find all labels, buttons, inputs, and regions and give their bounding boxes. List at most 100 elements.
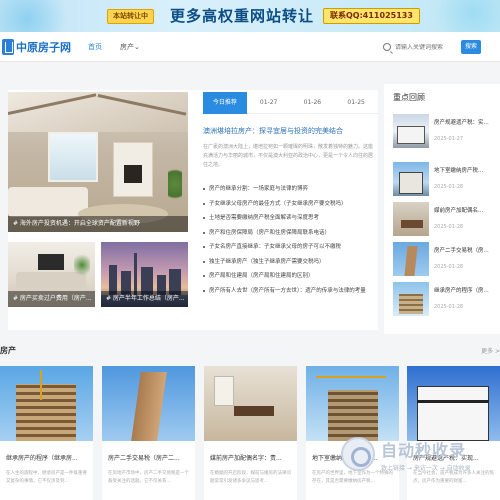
building-graphic — [399, 172, 423, 194]
sidebar-thumb — [393, 202, 429, 236]
card-desc: 在婚姻的开启阶段，媒前与婚房的法律问题常常引发诸多争议与思考... — [210, 471, 291, 484]
thumb-caption: # 房产买卖过户费用（房产... — [8, 291, 95, 307]
construction-graphic — [399, 294, 423, 314]
sidebar-item[interactable]: 房产二手交易税（房... 2025-01-28 — [393, 242, 500, 276]
watermark-subtext: 致上链接 → 来访一次 → 自动收录 — [381, 465, 471, 472]
sidebar-title: 重点回顾 — [393, 93, 425, 102]
card-image — [0, 366, 93, 441]
sidebar-item-date: 2025-01-28 — [434, 264, 464, 270]
article-card[interactable]: 房产规避遗产税：实现... 在当今社会，遗产税成为许多人关注的焦点，房产作为重要… — [407, 366, 500, 500]
sidebar-item-date: 2025-01-28 — [434, 224, 464, 230]
hero-window-graphic — [48, 132, 98, 182]
watermark-logo-icon — [341, 437, 375, 471]
logo-text: 中原房子网 — [16, 41, 71, 54]
sidebar-item-title: 地下室缴纳房产税... — [434, 168, 484, 174]
article-card[interactable]: 地下室缴纳房产税吗？... 在房产的世界里，地下室作为一个特殊的存在，其是否需要… — [306, 366, 399, 500]
table-graphic — [401, 220, 423, 228]
article-card[interactable]: 房产二手交易税（房产二... 在房地产市场中，房产二手交易税是一个备受关注的话题… — [102, 366, 195, 500]
nav-item-property-label: 房产 — [120, 43, 134, 51]
card-desc: 在人生的旅程中，继承房产是一件既重要又复杂的事情。它不仅涉及到... — [6, 471, 87, 484]
list-item[interactable]: 土地是否需要缴纳房产税全面解读与深度思考 — [203, 211, 375, 226]
tab-date[interactable]: 01-25 — [334, 92, 378, 114]
card-title: 媒前房产加配偶名字：责... — [210, 455, 282, 462]
sidebar-item-date: 2025-01-27 — [434, 136, 464, 142]
table-graphic — [234, 406, 274, 416]
lead-article-title[interactable]: 澳洲堪培拉房产：探寻宜居与投资的完美结合 — [203, 126, 375, 136]
featured-panel: # 海外房产投资机遇：开启全球资产配置新视野 # 房产买卖过户费用（房产... … — [8, 90, 378, 330]
banner-decoration-left — [0, 0, 90, 32]
list-item[interactable]: 房产局和住建局（房产局和住建局的区别） — [203, 269, 375, 284]
top-ad-banner[interactable]: 本站转让中 更多高权重网站转让 联系QQ:411025133 — [0, 0, 500, 32]
tower-graphic — [404, 246, 418, 276]
search-box — [383, 39, 459, 55]
banner-headline: 更多高权重网站转让 — [170, 7, 315, 25]
list-item[interactable]: 子女继承父母房产的最佳方式（子女继承房产要交税吗） — [203, 197, 375, 212]
list-item[interactable]: 房产的继承分割：一场家庭与法律的博弈 — [203, 182, 375, 197]
sidebar-item-date: 2025-01-28 — [434, 184, 464, 190]
list-item[interactable]: 子女名房产直接继承：子女继承父母的房子可以不缴税 — [203, 240, 375, 255]
card-image — [306, 366, 399, 441]
thumb-card[interactable]: # 房产买卖过户费用（房产... — [8, 242, 95, 307]
banner-contact: 联系QQ:411025133 — [323, 8, 420, 24]
balcony-graphic — [417, 400, 489, 403]
section-title: 房产 — [0, 346, 16, 355]
site-logo[interactable]: 中原房子网 — [2, 38, 71, 56]
hero-caption: # 海外房产投资机遇：开启全球资产配置新视野 — [8, 216, 188, 232]
tab-today[interactable]: 今日推荐 — [203, 92, 247, 114]
sidebar-item-title: 房产规避遗产税：实... — [434, 120, 489, 126]
article-list: 房产的继承分割：一场家庭与法律的博弈 子女继承父母房产的最佳方式（子女继承房产要… — [203, 182, 375, 298]
list-item[interactable]: 房产和住房保障局（房产和住房保障局联系电话） — [203, 226, 375, 241]
nav-item-home[interactable]: 首页 — [88, 42, 102, 52]
hero-ceiling-graphic — [8, 92, 188, 132]
sidebar-item-title: 继承房产的程序（房... — [434, 288, 489, 294]
thumb-plant-graphic — [74, 252, 90, 278]
article-card[interactable]: 继承房产的程序（继承房... 在人生的旅程中，继承房产是一件既重要又复杂的事情。… — [0, 366, 93, 500]
banner-tag: 本站转让中 — [107, 9, 154, 24]
card-image — [407, 366, 500, 441]
thumb-caption: # 房产半年工作总结（房产... — [101, 291, 188, 307]
crane-graphic — [40, 370, 42, 400]
more-link[interactable]: 更多 > — [481, 346, 500, 355]
nav-item-property[interactable]: 房产⌄ — [120, 42, 140, 52]
hero-image-link[interactable]: # 海外房产投资机遇：开启全球资产配置新视野 — [8, 92, 188, 232]
lead-article-desc: 在广袤的澳洲大陆上，堪培拉宛如一颗璀璨的明珠，散发着独特的魅力。这座充满活力与华… — [203, 144, 374, 168]
thumb-tv-graphic — [38, 254, 64, 270]
sidebar-thumb — [393, 242, 429, 276]
list-item[interactable]: 房产所有人去世（房产所有一方去世）：遗产的传承与法律的考量 — [203, 284, 375, 299]
tab-date[interactable]: 01-26 — [291, 92, 335, 114]
card-title: 房产二手交易税（房产二... — [108, 455, 180, 462]
search-icon — [383, 43, 391, 51]
sidebar-item[interactable]: 房产规避遗产税：实... 2025-01-27 — [393, 114, 500, 148]
card-image — [204, 366, 297, 441]
tab-date[interactable]: 01-27 — [247, 92, 291, 114]
window-graphic — [214, 376, 234, 406]
site-header: 中原房子网 首页 房产⌄ 搜索 — [0, 32, 500, 62]
card-image — [102, 366, 195, 441]
hero-plant-graphic — [168, 164, 182, 204]
banner-decoration-right — [410, 0, 500, 32]
building-graphic — [397, 126, 425, 144]
sidebar-item-date: 2025-01-28 — [434, 304, 464, 310]
hero-sofa-graphic — [8, 187, 88, 217]
construction-graphic — [16, 384, 76, 441]
search-input[interactable] — [395, 43, 455, 51]
sidebar-thumb — [393, 282, 429, 316]
construction-graphic — [328, 390, 378, 441]
logo-icon — [2, 39, 14, 55]
sidebar-item-title: 房产二手交易税（房... — [434, 248, 489, 254]
search-button[interactable]: 搜索 — [461, 40, 481, 54]
sidebar-item[interactable]: 媒前房产加配偶名... 2025-01-28 — [393, 202, 500, 236]
thumb-card[interactable]: # 房产半年工作总结（房产... — [101, 242, 188, 307]
sidebar-thumb — [393, 162, 429, 196]
sidebar-thumb — [393, 114, 429, 148]
list-item[interactable]: 独生子继承房产（独生子继承房产需要交税吗） — [203, 255, 375, 270]
tower-graphic — [131, 372, 167, 441]
card-desc: 在房地产市场中，房产二手交易税是一个备受关注的话题。它不仅关系... — [108, 471, 189, 484]
card-title: 继承房产的程序（继承房... — [6, 455, 78, 462]
article-card[interactable]: 媒前房产加配偶名字：责... 在婚姻的开启阶段，媒前与婚房的法律问题常常引发诸多… — [204, 366, 297, 500]
sidebar-item[interactable]: 继承房产的程序（房... 2025-01-28 — [393, 282, 500, 316]
hero-fireplace-graphic — [113, 142, 153, 197]
main-nav: 首页 房产⌄ — [88, 32, 158, 62]
watermark-overlay: 自动秒收录 致上链接 → 来访一次 → 自动收录 — [341, 437, 491, 477]
sidebar-item[interactable]: 地下室缴纳房产税... 2025-01-28 — [393, 162, 500, 196]
